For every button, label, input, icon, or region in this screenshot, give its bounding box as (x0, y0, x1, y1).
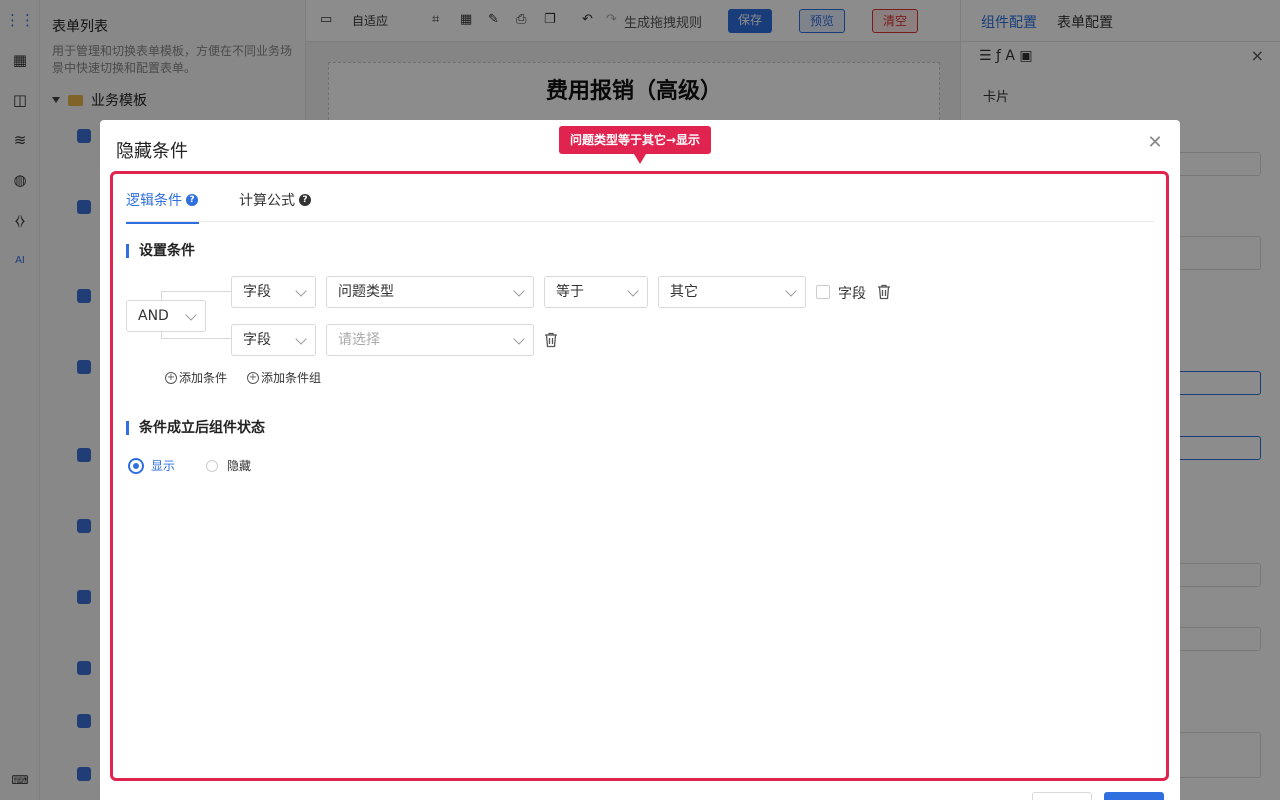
chevron-down-icon (627, 285, 639, 297)
annotation-callout: 问题类型等于其它→显示 (559, 126, 712, 164)
chevron-down-icon (513, 333, 525, 345)
chevron-down-icon (295, 285, 307, 297)
section-title-conditions: 设置条件 (126, 244, 195, 258)
select-value: 字段 (243, 332, 271, 348)
add-group-label: 添加条件组 (261, 371, 322, 385)
radio-dot (206, 459, 218, 472)
condition-type-select[interactable]: 字段 (231, 324, 316, 356)
trash-icon[interactable] (544, 332, 558, 348)
select-value: 字段 (243, 284, 271, 300)
hide-condition-dialog: 隐藏条件 ✕ 问题类型等于其它→显示 逻辑条件 ? 计算公式 ? 设置条件 AN… (100, 120, 1180, 800)
select-value: 问题类型 (338, 284, 394, 300)
cancel-button[interactable] (1032, 792, 1092, 800)
chevron-down-icon (785, 285, 797, 297)
select-value: AND (138, 308, 169, 324)
tab-label: 计算公式 (239, 193, 295, 209)
radio-show[interactable]: 显示 (128, 457, 175, 474)
radio-label: 隐藏 (227, 459, 252, 473)
tab-label: 逻辑条件 (126, 193, 182, 209)
field-compare-label: 字段 (838, 286, 866, 302)
field-compare-checkbox[interactable] (816, 285, 830, 299)
help-icon[interactable]: ? (186, 194, 198, 206)
add-condition-label: 添加条件 (179, 371, 228, 385)
chevron-down-icon (295, 333, 307, 345)
add-condition-group-button[interactable]: + 添加条件组 (247, 369, 321, 386)
condition-field-select[interactable]: 问题类型 (326, 276, 534, 308)
select-value: 其它 (670, 284, 698, 300)
dialog-title: 隐藏条件 (116, 141, 188, 162)
tab-logic-condition[interactable]: 逻辑条件 ? (126, 190, 199, 224)
condition-operator-select[interactable]: 等于 (544, 276, 648, 308)
radio-label: 显示 (151, 459, 176, 473)
condition-type-select[interactable]: 字段 (231, 276, 316, 308)
select-value: 等于 (556, 284, 584, 300)
condition-value-select[interactable]: 其它 (658, 276, 806, 308)
chevron-down-icon (185, 309, 197, 321)
radio-dot (128, 457, 144, 474)
chevron-down-icon (513, 285, 525, 297)
condition-field-select[interactable]: 请选择 (326, 324, 534, 356)
trash-icon[interactable] (877, 284, 891, 300)
logic-operator-select[interactable]: AND (126, 300, 206, 332)
close-icon[interactable]: ✕ (1146, 134, 1164, 152)
confirm-button[interactable] (1104, 792, 1164, 800)
add-condition-button[interactable]: + 添加条件 (165, 369, 227, 386)
select-placeholder: 请选择 (338, 332, 380, 348)
help-icon[interactable]: ? (299, 194, 311, 206)
condition-tabs: 逻辑条件 ? 计算公式 ? (126, 188, 1154, 224)
highlight-frame (110, 171, 1169, 781)
add-circle-icon: + (165, 371, 177, 384)
add-circle-icon: + (247, 371, 259, 384)
tab-formula[interactable]: 计算公式 ? (239, 190, 311, 210)
radio-hide[interactable]: 隐藏 (204, 457, 251, 474)
section-title-state: 条件成立后组件状态 (126, 421, 265, 435)
